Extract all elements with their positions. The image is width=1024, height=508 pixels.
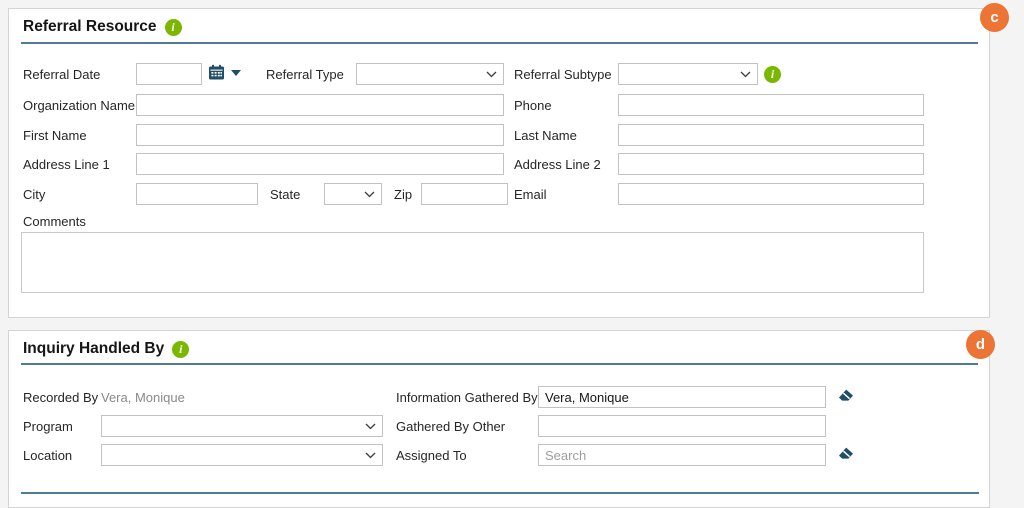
calendar-dropdown-arrow[interactable] [231,70,241,76]
eraser-icon[interactable] [837,445,855,461]
email-label: Email [514,187,547,203]
annotation-badge-d: d [966,330,995,359]
organization-name-input[interactable] [136,94,504,116]
annotation-badge-c: c [980,3,1009,32]
referral-date-input[interactable] [136,63,202,85]
recorded-by-value: Vera, Monique [101,390,185,406]
recorded-by-label: Recorded By [23,390,98,406]
information-gathered-by-label: Information Gathered By [396,390,538,406]
section-title: Inquiry Handled By [23,340,164,358]
gathered-by-other-label: Gathered By Other [396,419,505,435]
last-name-label: Last Name [514,128,577,144]
state-select[interactable] [324,183,382,205]
information-gathered-by-input[interactable] [538,386,826,408]
first-name-label: First Name [23,128,87,144]
address-line-1-input[interactable] [136,153,504,175]
section-title: Referral Resource [23,18,157,36]
location-select[interactable] [101,444,383,466]
organization-name-label: Organization Name [23,98,135,114]
program-select[interactable] [101,415,383,437]
referral-resource-header: Referral Resource i [23,18,182,36]
inquiry-handled-by-header: Inquiry Handled By i [23,340,189,358]
email-input[interactable] [618,183,924,205]
phone-label: Phone [514,98,552,114]
city-input[interactable] [136,183,258,205]
referral-subtype-select[interactable] [618,63,758,85]
inquiry-handled-by-section: Inquiry Handled By i Recorded By Vera, M… [8,330,990,508]
location-label: Location [23,448,72,464]
gathered-by-other-input[interactable] [538,415,826,437]
referral-type-select[interactable] [356,63,504,85]
address-line-1-label: Address Line 1 [23,157,110,173]
referral-resource-section: Referral Resource i Referral Date Referr… [8,8,990,318]
first-name-input[interactable] [136,124,504,146]
section-underline [21,363,978,365]
comments-label: Comments [23,214,86,230]
section-divider [21,492,979,494]
assigned-to-input[interactable] [538,444,826,466]
referral-date-label: Referral Date [23,67,100,83]
comments-textarea[interactable] [21,232,924,293]
info-icon[interactable]: i [172,341,189,358]
phone-input[interactable] [618,94,924,116]
section-underline [21,42,978,44]
referral-type-label: Referral Type [266,67,344,83]
address-line-2-input[interactable] [618,153,924,175]
zip-label: Zip [394,187,412,203]
last-name-input[interactable] [618,124,924,146]
state-label: State [270,187,300,203]
eraser-icon[interactable] [837,387,855,403]
program-label: Program [23,419,73,435]
info-icon[interactable]: i [165,19,182,36]
address-line-2-label: Address Line 2 [514,157,601,173]
calendar-icon[interactable] [208,64,225,81]
info-icon[interactable]: i [764,66,781,83]
zip-input[interactable] [421,183,508,205]
city-label: City [23,187,45,203]
assigned-to-label: Assigned To [396,448,467,464]
referral-subtype-label: Referral Subtype [514,67,612,83]
